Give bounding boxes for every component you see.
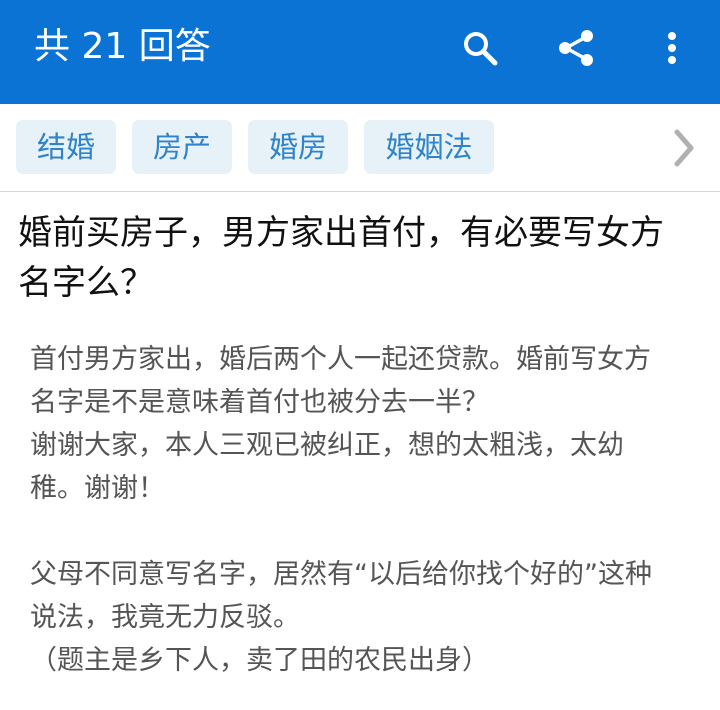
topic-tag-bar: 结婚 房产 婚房 婚姻法 bbox=[0, 104, 720, 192]
tag-marriage[interactable]: 结婚 bbox=[16, 120, 116, 174]
search-button[interactable] bbox=[456, 24, 504, 72]
question-title: 婚前买房子，男方家出首付，有必要写女方 名字么？ bbox=[18, 208, 708, 308]
question-description: 首付男方家出，婚后两个人一起还贷款。婚前写女方 名字是不是意味着首付也被分去一半… bbox=[30, 338, 700, 682]
description-line: 说法，我竟无力反驳。 bbox=[30, 602, 300, 633]
tag-marital-home[interactable]: 婚房 bbox=[248, 120, 348, 174]
search-icon bbox=[464, 32, 498, 66]
scroll-tags-button[interactable] bbox=[666, 128, 702, 168]
description-blank-line bbox=[30, 510, 700, 553]
share-icon bbox=[559, 30, 593, 66]
tag-property[interactable]: 房产 bbox=[132, 120, 232, 174]
chevron-right-icon bbox=[674, 129, 694, 167]
question-title-line: 婚前买房子，男方家出首付，有必要写女方 bbox=[18, 213, 664, 253]
more-options-button[interactable] bbox=[648, 24, 696, 72]
page-title: 共 21 回答 bbox=[34, 26, 211, 67]
share-button[interactable] bbox=[552, 24, 600, 72]
description-line: 稚。谢谢！ bbox=[30, 473, 165, 504]
description-line: 父母不同意写名字，居然有“以后给你找个好的”这种 bbox=[30, 559, 652, 590]
more-vert-icon bbox=[668, 32, 676, 64]
description-line: 名字是不是意味着首付也被分去一半？ bbox=[30, 387, 489, 418]
question-title-line: 名字么？ bbox=[18, 263, 154, 303]
description-line: （题主是乡下人，卖了田的农民出身） bbox=[30, 645, 489, 676]
tag-marriage-law[interactable]: 婚姻法 bbox=[364, 120, 494, 174]
description-line: 谢谢大家，本人三观已被纠正，想的太粗浅，太幼 bbox=[30, 430, 624, 461]
app-bar: 共 21 回答 bbox=[0, 0, 720, 104]
description-line: 首付男方家出，婚后两个人一起还贷款。婚前写女方 bbox=[30, 344, 651, 375]
